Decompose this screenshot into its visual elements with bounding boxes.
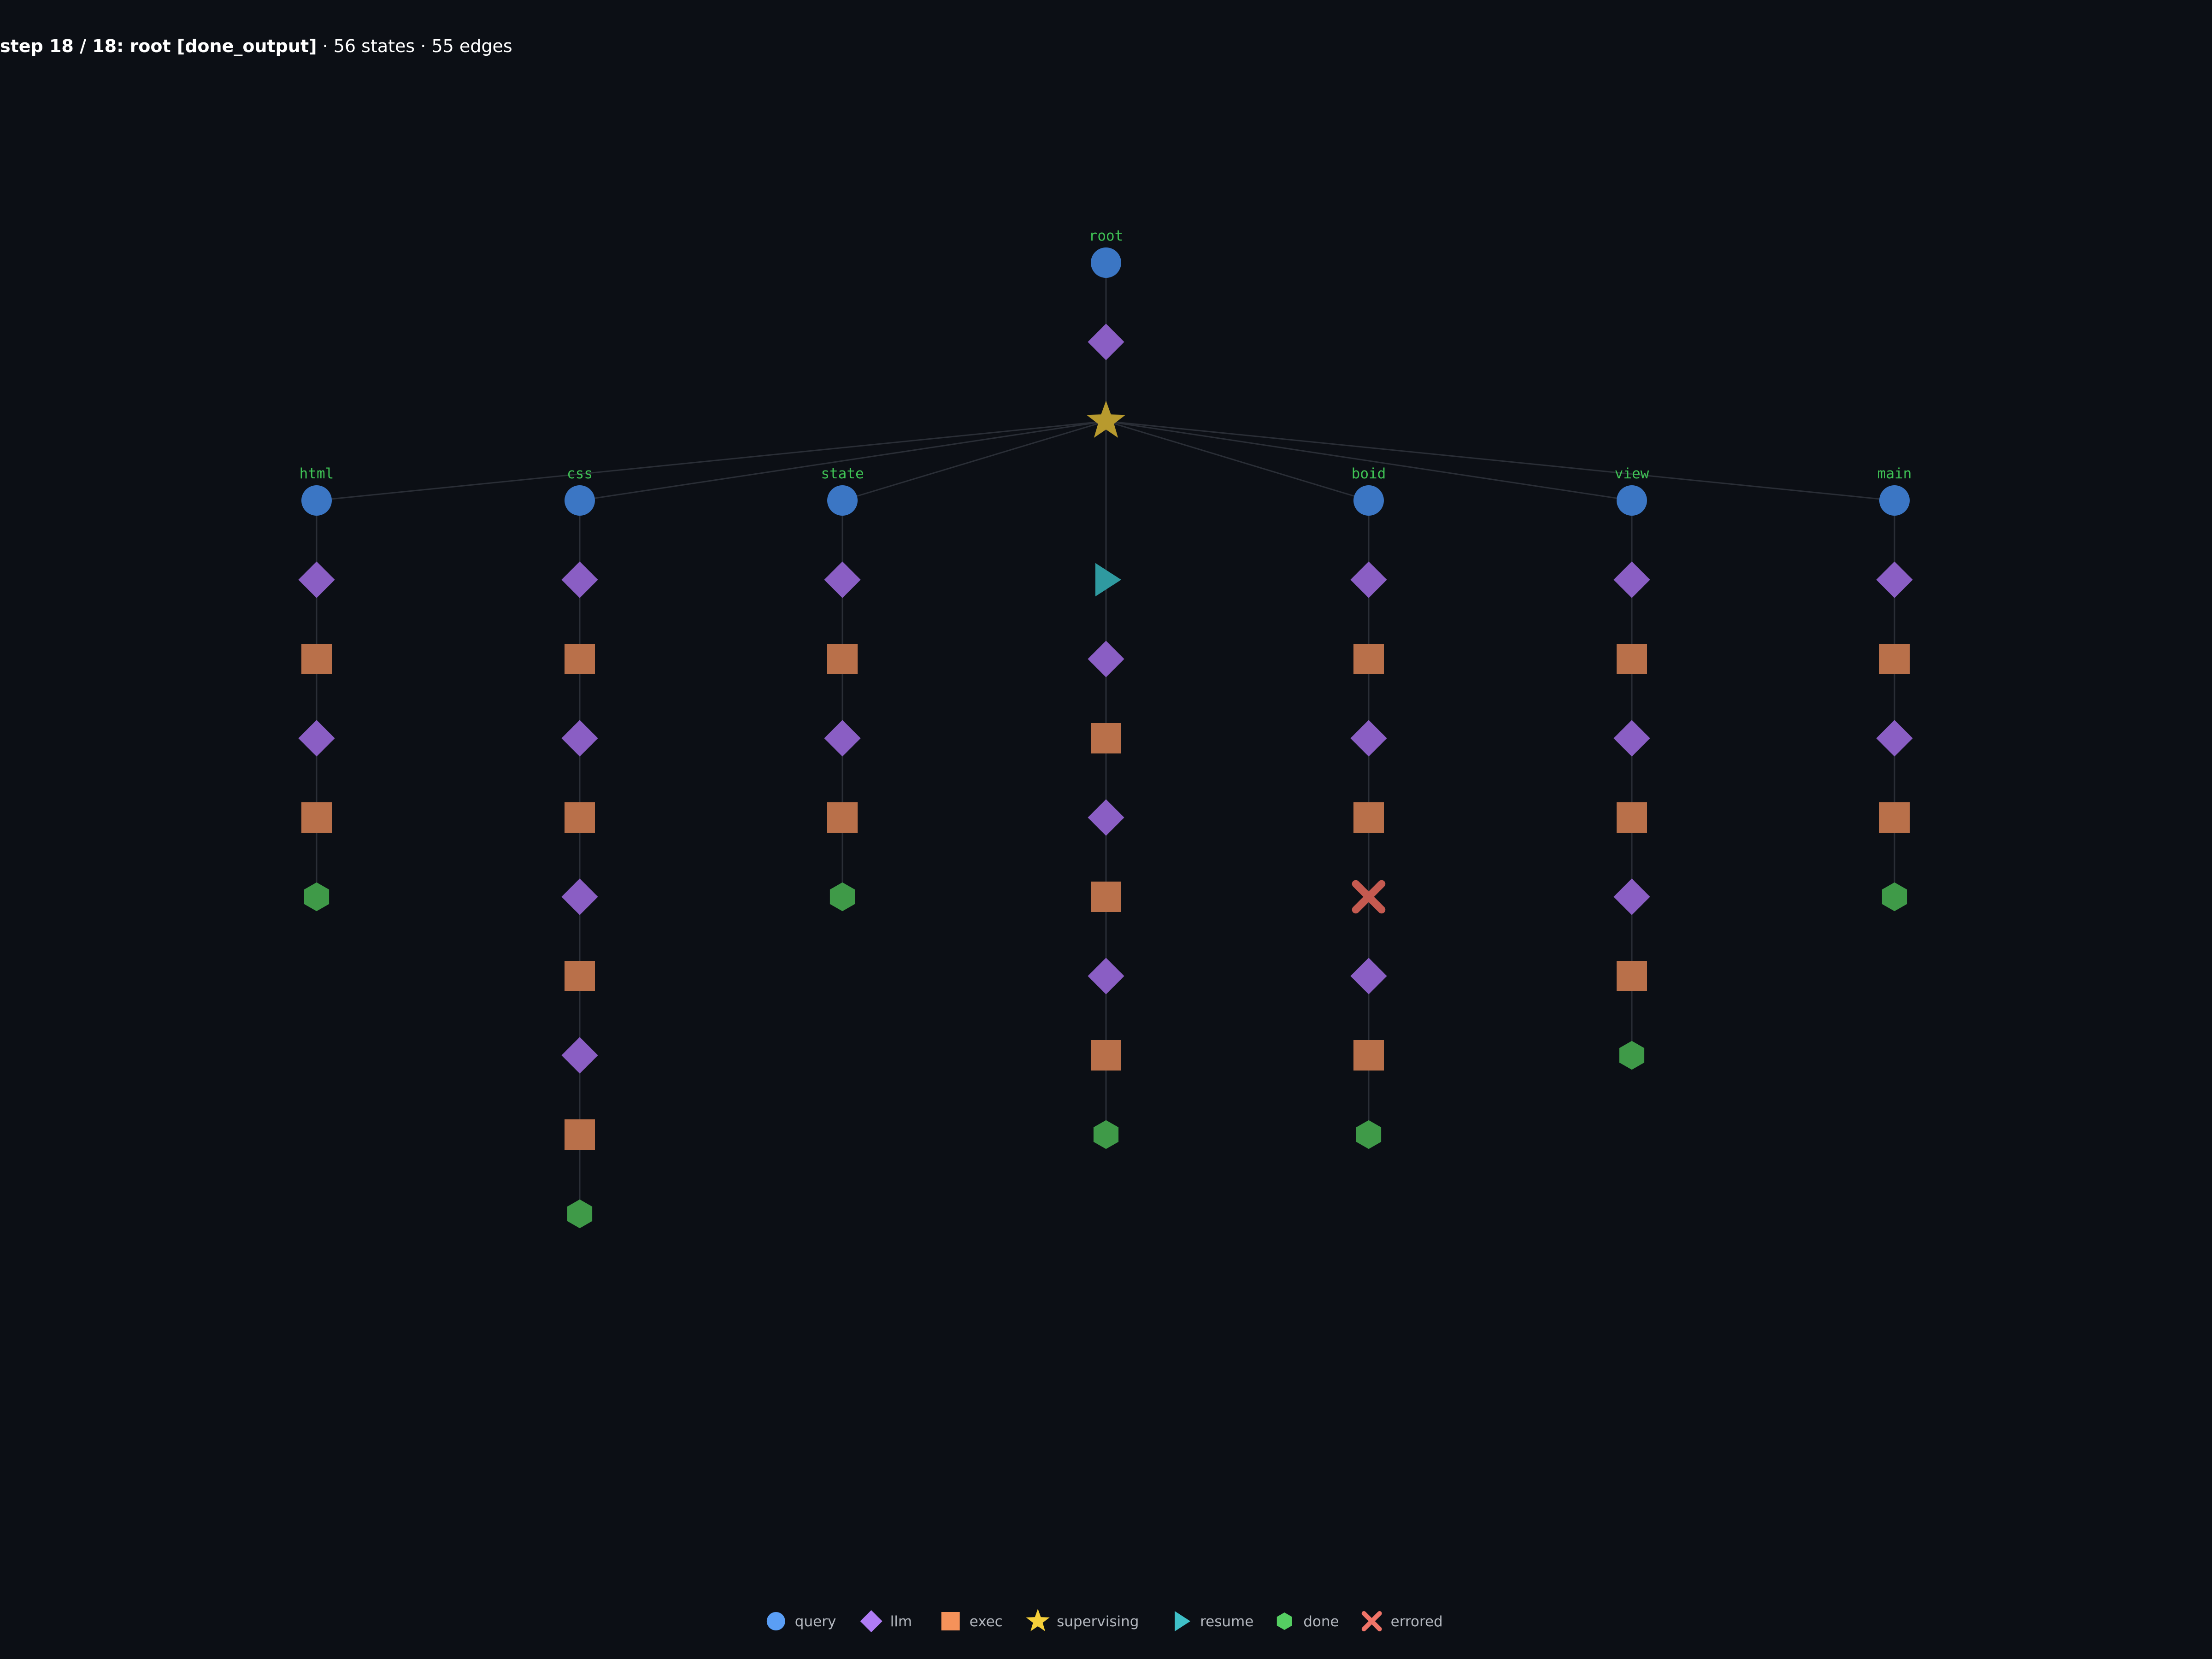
llm-node[interactable] bbox=[561, 1037, 598, 1074]
exec-node[interactable] bbox=[1091, 1040, 1121, 1071]
exec-node[interactable] bbox=[565, 644, 595, 674]
legend-label: exec bbox=[970, 1613, 1003, 1630]
exec-node[interactable] bbox=[565, 961, 595, 991]
query-node[interactable] bbox=[1353, 485, 1384, 516]
legend-label: llm bbox=[890, 1613, 912, 1630]
exec-node[interactable] bbox=[1879, 644, 1910, 674]
done-node[interactable] bbox=[830, 882, 855, 912]
resume-icon bbox=[1175, 1611, 1191, 1631]
supervising-icon bbox=[1026, 1609, 1050, 1631]
node-label-state: state bbox=[821, 465, 864, 482]
llm-node[interactable] bbox=[824, 561, 861, 598]
llm-node[interactable] bbox=[1613, 561, 1650, 598]
legend-label: resume bbox=[1200, 1613, 1253, 1630]
exec-node[interactable] bbox=[827, 802, 858, 833]
exec-node[interactable] bbox=[1617, 961, 1647, 991]
errored-icon bbox=[1361, 1611, 1382, 1631]
llm-icon bbox=[860, 1610, 882, 1632]
edge bbox=[1106, 420, 1369, 501]
llm-node[interactable] bbox=[824, 720, 861, 757]
llm-node[interactable] bbox=[561, 720, 598, 757]
node-label-html: html bbox=[300, 465, 334, 482]
llm-node[interactable] bbox=[1088, 958, 1124, 994]
llm-node[interactable] bbox=[1876, 720, 1913, 757]
query-node[interactable] bbox=[565, 485, 595, 516]
exec-node[interactable] bbox=[565, 1119, 595, 1150]
query-node[interactable] bbox=[1091, 247, 1121, 278]
legend-item-done: done bbox=[1277, 1612, 1339, 1630]
state-graph: root html css state boid view main query llm exe… bbox=[298, 228, 1913, 1632]
llm-node[interactable] bbox=[298, 720, 335, 757]
exec-node[interactable] bbox=[1091, 723, 1121, 753]
llm-node[interactable] bbox=[1613, 720, 1650, 757]
legend-label: done bbox=[1303, 1613, 1339, 1630]
exec-node[interactable] bbox=[1091, 882, 1121, 912]
legend-item-exec: exec bbox=[941, 1612, 1003, 1630]
query-node[interactable] bbox=[1879, 485, 1910, 516]
done-icon bbox=[1277, 1612, 1292, 1630]
exec-node[interactable] bbox=[827, 644, 858, 674]
llm-node[interactable] bbox=[1088, 799, 1124, 836]
exec-node[interactable] bbox=[1617, 644, 1647, 674]
legend-item-resume: resume bbox=[1175, 1611, 1253, 1631]
exec-node[interactable] bbox=[301, 802, 332, 833]
exec-node[interactable] bbox=[1353, 1040, 1384, 1071]
done-node[interactable] bbox=[1619, 1041, 1645, 1070]
query-node[interactable] bbox=[301, 485, 332, 516]
legend-item-query: query bbox=[766, 1612, 836, 1630]
done-node[interactable] bbox=[1093, 1120, 1119, 1149]
llm-node[interactable] bbox=[561, 561, 598, 598]
exec-node[interactable] bbox=[565, 802, 595, 833]
legend: query llm exec supervising resume done errored bbox=[766, 1609, 1443, 1632]
done-node[interactable] bbox=[1882, 882, 1907, 912]
node-label-main: main bbox=[1877, 465, 1912, 482]
graph-view: step 18 / 18: root [done_output] · 56 st… bbox=[0, 0, 2212, 1659]
llm-node[interactable] bbox=[1350, 720, 1387, 757]
node-label-css: css bbox=[567, 465, 593, 482]
edge bbox=[842, 420, 1106, 501]
exec-node[interactable] bbox=[1353, 802, 1384, 833]
node-label-root: root bbox=[1089, 228, 1124, 244]
llm-node[interactable] bbox=[1876, 561, 1913, 598]
node-label-boid: boid bbox=[1352, 465, 1386, 482]
exec-node[interactable] bbox=[1879, 802, 1910, 833]
query-node[interactable] bbox=[827, 485, 858, 516]
node-label-view: view bbox=[1615, 465, 1649, 482]
llm-node[interactable] bbox=[1350, 561, 1387, 598]
legend-label: query bbox=[795, 1613, 836, 1630]
done-node[interactable] bbox=[1356, 1120, 1382, 1149]
edge bbox=[1106, 420, 1895, 501]
edge bbox=[316, 420, 1106, 501]
legend-label: errored bbox=[1391, 1613, 1443, 1630]
exec-node[interactable] bbox=[1353, 644, 1384, 674]
query-icon bbox=[766, 1612, 785, 1630]
done-node[interactable] bbox=[304, 882, 329, 912]
resume-node[interactable] bbox=[1095, 563, 1121, 597]
legend-item-llm: llm bbox=[860, 1610, 912, 1632]
llm-node[interactable] bbox=[298, 561, 335, 598]
done-node[interactable] bbox=[567, 1199, 593, 1229]
llm-node[interactable] bbox=[1350, 958, 1387, 994]
llm-node[interactable] bbox=[1088, 324, 1124, 360]
legend-item-errored: errored bbox=[1361, 1611, 1443, 1631]
exec-node[interactable] bbox=[1617, 802, 1647, 833]
exec-node[interactable] bbox=[301, 644, 332, 674]
llm-node[interactable] bbox=[1613, 878, 1650, 915]
exec-icon bbox=[941, 1612, 960, 1630]
legend-label: supervising bbox=[1057, 1613, 1139, 1630]
llm-node[interactable] bbox=[561, 878, 598, 915]
query-node[interactable] bbox=[1617, 485, 1647, 516]
llm-node[interactable] bbox=[1088, 641, 1124, 677]
legend-item-supervising: supervising bbox=[1026, 1609, 1139, 1631]
